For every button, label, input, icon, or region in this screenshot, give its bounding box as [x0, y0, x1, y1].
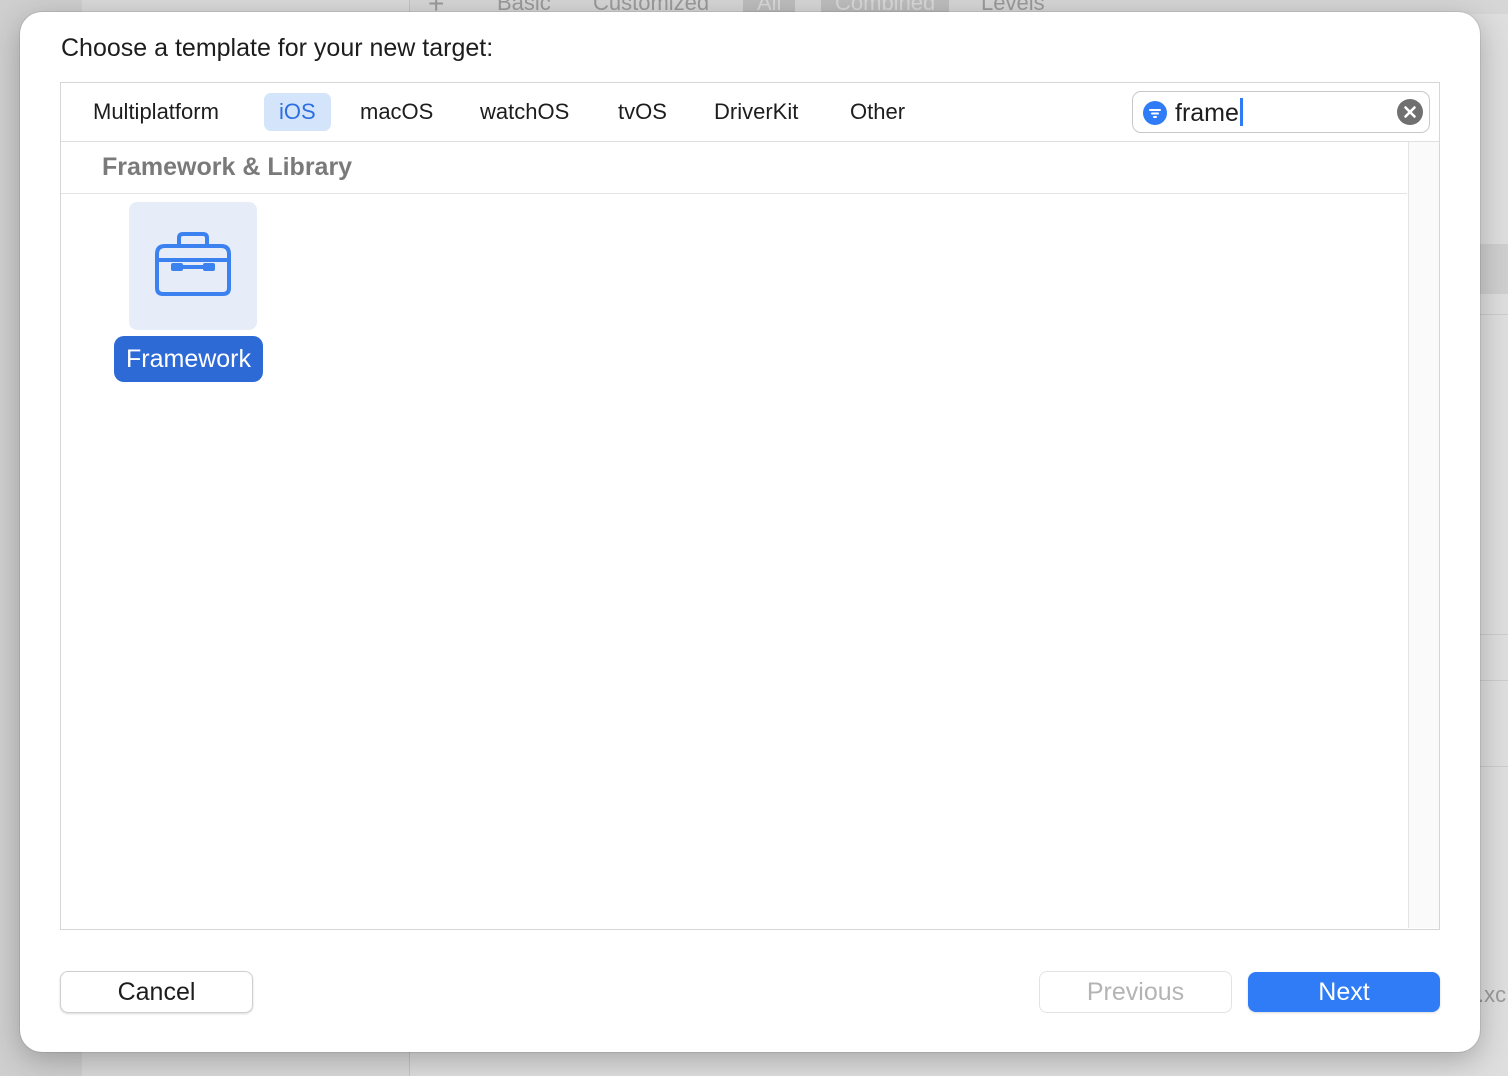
- text-caret: [1239, 98, 1243, 126]
- tab-tvos[interactable]: tvOS: [603, 93, 682, 131]
- background-selected-row: [1480, 244, 1508, 294]
- background-divider: [1480, 314, 1508, 315]
- tab-multiplatform[interactable]: Multiplatform: [78, 93, 234, 131]
- template-chooser-panel: Multiplatform iOS macOS watchOS tvOS Dri…: [60, 82, 1440, 930]
- background-divider: [1480, 680, 1508, 681]
- tab-other[interactable]: Other: [835, 93, 920, 131]
- background-divider: [1480, 766, 1508, 767]
- section-title: Framework & Library: [102, 153, 353, 181]
- tab-ios[interactable]: iOS: [264, 93, 331, 131]
- previous-button[interactable]: Previous: [1039, 971, 1232, 1013]
- scrollbar-track[interactable]: [1408, 142, 1439, 928]
- clear-icon[interactable]: [1397, 99, 1423, 125]
- background-divider: [1480, 634, 1508, 635]
- section-header: Framework & Library: [61, 142, 1407, 194]
- filter-icon[interactable]: [1143, 101, 1167, 125]
- cancel-button[interactable]: Cancel: [60, 971, 253, 1013]
- template-label-framework[interactable]: Framework: [114, 336, 264, 382]
- sheet-title: Choose a template for your new target:: [61, 34, 494, 62]
- template-item-framework[interactable]: Framework: [114, 202, 274, 382]
- toolbox-icon: [129, 232, 257, 334]
- tab-macos[interactable]: macOS: [345, 93, 448, 131]
- new-target-sheet: Choose a template for your new target: M…: [20, 12, 1480, 1052]
- next-button[interactable]: Next: [1248, 972, 1440, 1012]
- template-search-field[interactable]: frame: [1132, 91, 1430, 133]
- background-file-label: .xc: [1478, 982, 1507, 1007]
- tab-watchos[interactable]: watchOS: [465, 93, 584, 131]
- platform-tab-bar: Multiplatform iOS macOS watchOS tvOS Dri…: [61, 83, 1439, 142]
- template-icon-tile[interactable]: [129, 202, 257, 330]
- search-input-text[interactable]: frame: [1175, 99, 1239, 127]
- search-input[interactable]: frame: [1175, 97, 1243, 129]
- tab-driverkit[interactable]: DriverKit: [699, 93, 813, 131]
